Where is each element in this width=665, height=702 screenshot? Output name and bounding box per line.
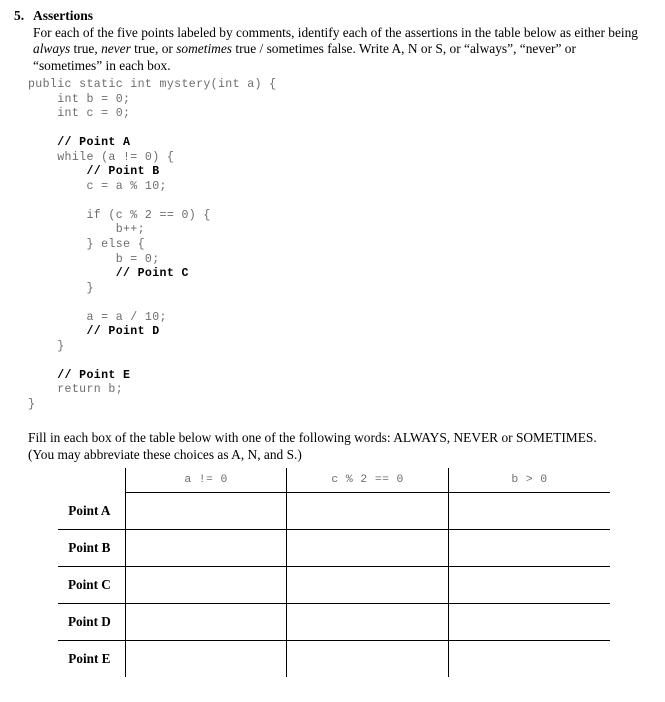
answer-cell[interactable] <box>286 529 449 567</box>
answer-cell[interactable] <box>124 566 287 604</box>
answer-cell[interactable] <box>447 529 610 567</box>
code-line: return b; <box>28 383 123 397</box>
code-comment-line: // Point E <box>28 368 131 382</box>
table-header-row: a != 0 c % 2 == 0 b > 0 <box>58 468 610 493</box>
table-row: Point B <box>58 529 610 567</box>
answer-cell[interactable] <box>124 492 287 530</box>
column-header-c-mod-2-equals-0: c % 2 == 0 <box>286 468 449 493</box>
answer-cell[interactable] <box>447 603 610 641</box>
code-line: b = 0; <box>28 252 160 266</box>
assertion-table-head: a != 0 c % 2 == 0 b > 0 <box>58 468 610 493</box>
fill-instructions-line-2: (You may abbreviate these choices as A, … <box>28 446 302 462</box>
question-number: 5. <box>14 8 25 23</box>
fill-instructions-line-1: Fill in each box of the table below with… <box>28 430 597 445</box>
assertion-table: a != 0 c % 2 == 0 b > 0 Point A Point B Po… <box>58 468 610 677</box>
answer-cell[interactable] <box>447 492 610 530</box>
code-comment-line: // Point C <box>28 267 189 281</box>
code-line: a = a / 10; <box>28 310 167 324</box>
code-comment-line: // Point A <box>28 136 131 150</box>
code-line: } else { <box>28 238 145 252</box>
row-label-point-b: Point B <box>58 529 126 567</box>
column-header-a-not-equal-0: a != 0 <box>124 468 287 493</box>
answer-cell[interactable] <box>124 529 287 567</box>
code-line: int c = 0; <box>28 107 131 121</box>
code-line: } <box>28 339 65 353</box>
answer-cell[interactable] <box>124 640 287 677</box>
code-line: if (c % 2 == 0) { <box>28 208 211 222</box>
row-label-point-d: Point D <box>58 603 126 641</box>
answer-cell[interactable] <box>286 603 449 641</box>
code-line: b++; <box>28 223 145 237</box>
answer-cell[interactable] <box>286 566 449 604</box>
code-line: public static int mystery(int a) { <box>28 78 277 91</box>
code-line: } <box>28 398 36 412</box>
code-line: } <box>28 281 94 295</box>
question-body: For each of the five points labeled by c… <box>33 25 638 73</box>
row-label-point-e: Point E <box>68 651 111 666</box>
question-title: Assertions <box>33 8 93 23</box>
answer-cell[interactable] <box>124 603 287 641</box>
column-header-b-greater-0: b > 0 <box>447 468 610 493</box>
answer-cell[interactable] <box>447 640 610 677</box>
code-line: c = a % 10; <box>28 179 167 193</box>
code-comment-line: // Point D <box>28 325 160 339</box>
code-line: while (a != 0) { <box>28 150 175 164</box>
table-row: Point C <box>58 566 610 604</box>
table-row: Point E <box>58 640 610 677</box>
code-line: int b = 0; <box>28 92 131 106</box>
code-listing: public static int mystery(int a) { int b… <box>28 78 276 413</box>
fill-instructions: Fill in each box of the table below with… <box>28 430 642 463</box>
code-comment-line: // Point B <box>28 165 160 179</box>
row-label-point-a: Point A <box>58 492 126 530</box>
answer-cell[interactable] <box>447 566 610 604</box>
table-corner-header <box>58 468 125 493</box>
assertion-table-body: Point A Point B Point C Point D Point E <box>58 492 610 677</box>
row-label-point-c: Point C <box>58 566 126 604</box>
answer-cell[interactable] <box>286 492 449 530</box>
answer-cell[interactable] <box>286 640 449 677</box>
table-row: Point D <box>58 603 610 641</box>
table-row: Point A <box>58 492 610 530</box>
